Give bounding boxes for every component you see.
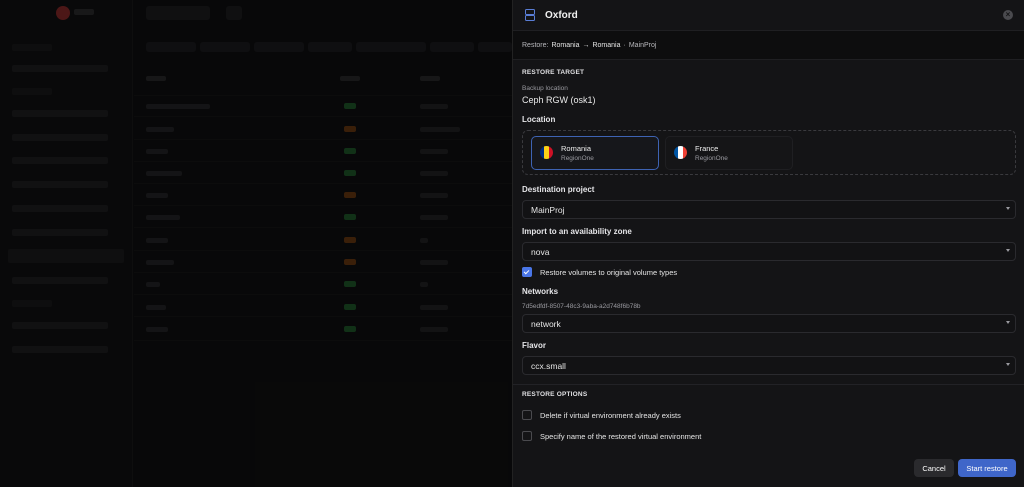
close-icon[interactable]: × <box>1003 10 1013 20</box>
flavor-select[interactable]: ccx.small <box>522 356 1016 375</box>
chevron-down-icon <box>1006 321 1010 324</box>
romania-flag-icon <box>540 146 553 159</box>
france-flag-icon <box>674 146 687 159</box>
drawer-header: Oxford × <box>513 0 1024 31</box>
specify-name-option[interactable]: Specify name of the restored virtual env… <box>522 431 1016 441</box>
delete-if-exists-option[interactable]: Delete if virtual environment already ex… <box>522 410 1016 420</box>
location-option-romania[interactable]: Romania RegionOne <box>531 135 659 170</box>
server-icon <box>525 9 535 21</box>
location-label: Location <box>522 115 556 124</box>
backup-location-value: Ceph RGW (osk1) <box>522 95 596 105</box>
backup-location-label: Backup location <box>522 85 568 92</box>
destination-project-select[interactable]: MainProj <box>522 200 1016 219</box>
availability-zone-select[interactable]: nova <box>522 242 1016 261</box>
location-option-france[interactable]: France RegionOne <box>665 135 793 170</box>
flavor-label: Flavor <box>522 341 547 350</box>
restore-target-section: RESTORE TARGET Backup location Ceph RGW … <box>513 69 1024 375</box>
location-picker: Romania RegionOne France RegionOne <box>522 130 1016 175</box>
background-app <box>0 0 512 487</box>
specify-name-checkbox[interactable] <box>522 431 532 441</box>
delete-if-exists-checkbox[interactable] <box>522 410 532 420</box>
modal-overlay[interactable] <box>0 0 512 487</box>
restore-options-heading: RESTORE OPTIONS <box>522 391 588 398</box>
drawer-title: Oxford <box>545 9 578 21</box>
start-restore-button[interactable]: Start restore <box>958 459 1016 477</box>
restore-volumes-option[interactable]: Restore volumes to original volume types <box>522 267 1016 277</box>
cancel-button[interactable]: Cancel <box>914 459 954 477</box>
availability-zone-label: Import to an availability zone <box>522 227 632 236</box>
restore-drawer: Oxford × Restore: Romania → Romania · Ma… <box>512 0 1024 487</box>
breadcrumb: Restore: Romania → Romania · MainProj <box>513 31 1024 60</box>
restore-volumes-checkbox[interactable] <box>522 267 532 277</box>
chevron-down-icon <box>1006 363 1010 366</box>
network-select[interactable]: network <box>522 314 1016 333</box>
network-id: 7d5edfdf-8507-48c3-9aba-a2d748f6b78b <box>522 303 641 310</box>
restore-target-heading: RESTORE TARGET <box>522 69 585 76</box>
chevron-down-icon <box>1006 249 1010 252</box>
networks-label: Networks <box>522 287 559 296</box>
restore-options-section: RESTORE OPTIONS Delete if virtual enviro… <box>513 391 1024 441</box>
destination-project-label: Destination project <box>522 185 595 194</box>
chevron-down-icon <box>1006 207 1010 210</box>
